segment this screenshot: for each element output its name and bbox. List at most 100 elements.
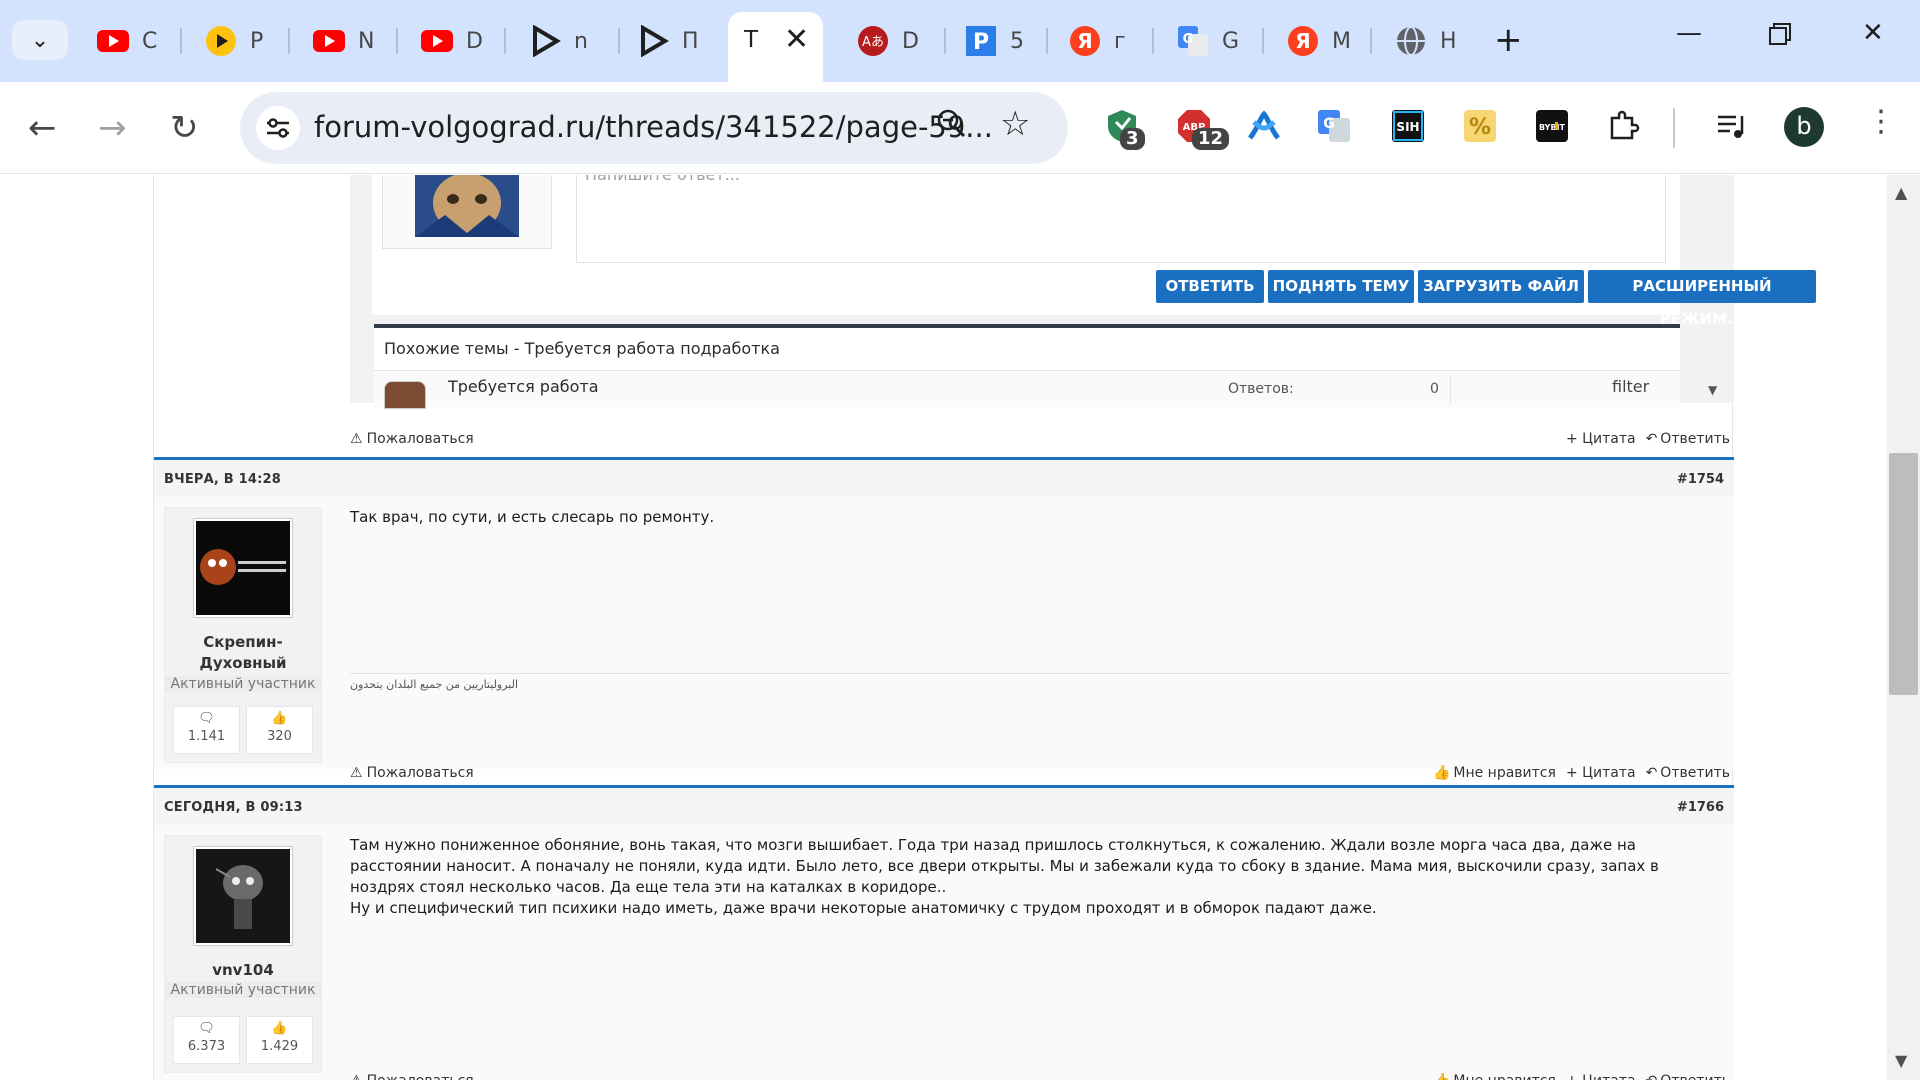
username-link[interactable]: vnv104 <box>165 960 321 981</box>
thread-icon <box>384 381 426 409</box>
post-number-link[interactable]: #1766 <box>1677 800 1724 815</box>
address-bar[interactable]: forum-volgograd.ru/threads/341522/page-5… <box>240 92 1068 164</box>
messages-stat[interactable]: 🗨 1.141 <box>173 706 240 754</box>
post-body: Скрепин- Духовный Активный участник 🗨 1.1… <box>154 497 1734 769</box>
user-stats: 🗨 1.141 👍 320 <box>173 706 313 754</box>
similar-threads-title: Похожие темы - Требуется работа подработ… <box>384 339 780 358</box>
browser-tab[interactable]: C <box>80 18 166 64</box>
similar-thread-link[interactable]: Требуется работа <box>448 377 599 396</box>
filter-label[interactable]: filter <box>1612 377 1649 396</box>
forum-content: Напишите ответ... ОТВЕТИТЬ ПОДНЯТЬ ТЕМУ … <box>153 175 1816 1080</box>
browser-tab[interactable]: Я г <box>1052 18 1144 64</box>
likes-stat[interactable]: 👍 320 <box>246 706 313 754</box>
browser-tab[interactable]: N <box>296 18 382 64</box>
browser-tab-active[interactable]: Т ✕ <box>728 12 823 82</box>
warning-icon: ⚠ <box>350 1073 363 1080</box>
frame-scroll-down-icon[interactable]: ▼ <box>1708 383 1717 397</box>
quote-link[interactable]: + Цитата <box>1566 765 1636 781</box>
browser-tab[interactable]: Aあ D <box>840 18 936 64</box>
chevron-down-icon: ⌄ <box>30 27 50 53</box>
new-tab-button[interactable]: + <box>1494 20 1523 60</box>
forward-button[interactable]: → <box>98 108 127 148</box>
scroll-up-arrow-icon[interactable]: ▲ <box>1895 183 1907 202</box>
scroll-down-arrow-icon[interactable]: ▼ <box>1895 1051 1907 1070</box>
browser-menu-icon[interactable]: ⋮ <box>1866 104 1896 139</box>
browser-tab[interactable]: П <box>620 18 716 64</box>
username-link[interactable]: Скрепин- Духовный <box>165 632 321 674</box>
like-link[interactable]: 👍Мне нравится <box>1433 765 1556 781</box>
translate-red-icon: Aあ <box>856 24 890 58</box>
tab-separator <box>1370 28 1372 54</box>
scrollbar-thumb[interactable] <box>1889 453 1918 695</box>
bybit-extension-icon[interactable]: BYBIT <box>1532 104 1572 148</box>
reply-placeholder: Напишите ответ... <box>585 175 740 184</box>
tab-separator <box>396 28 398 54</box>
youtube-icon <box>312 24 346 58</box>
extensions-puzzle-icon[interactable] <box>1604 104 1644 148</box>
browser-tab[interactable]: Я М <box>1270 18 1362 64</box>
quote-link[interactable]: + Цитата <box>1566 431 1636 447</box>
percent-extension-icon[interactable]: % <box>1460 104 1500 148</box>
advanced-mode-button[interactable]: РАСШИРЕННЫЙ РЕЖИМ... <box>1588 270 1816 328</box>
page-viewport: Напишите ответ... ОТВЕТИТЬ ПОДНЯТЬ ТЕМУ … <box>0 175 1920 1080</box>
media-control-icon[interactable] <box>1712 104 1752 148</box>
report-link[interactable]: ⚠ Пожаловаться <box>350 1073 474 1080</box>
reply-link[interactable]: ↶Ответить <box>1646 1073 1730 1080</box>
restore-button[interactable] <box>1768 22 1792 53</box>
tab-search-button[interactable]: ⌄ <box>12 20 68 60</box>
tab-separator <box>504 28 506 54</box>
reply-link[interactable]: ↶Ответить <box>1646 431 1730 447</box>
close-window-button[interactable]: ✕ <box>1862 18 1884 48</box>
warning-icon: ⚠ <box>350 765 363 781</box>
shield-extension-icon[interactable]: 3 <box>1102 104 1145 150</box>
browser-tab[interactable]: D <box>404 18 490 64</box>
svg-text:BYBIT: BYBIT <box>1539 123 1566 132</box>
report-link[interactable]: ⚠ Пожаловаться <box>350 765 474 781</box>
quote-link[interactable]: + Цитата <box>1566 1073 1636 1080</box>
reply-link[interactable]: ↶Ответить <box>1646 765 1730 781</box>
user-avatar[interactable] <box>193 518 293 618</box>
profile-avatar[interactable]: b <box>1784 107 1824 147</box>
translate-extension-icon[interactable]: G <box>1314 104 1354 148</box>
browser-tab[interactable]: n <box>512 18 608 64</box>
back-button[interactable]: ← <box>28 108 57 148</box>
thumbs-up-icon: 👍 <box>271 1021 288 1036</box>
tab-separator <box>944 28 946 54</box>
browser-tab[interactable]: P 5 <box>948 18 1040 64</box>
page-scrollbar[interactable]: ▲ ▼ <box>1887 175 1920 1080</box>
adblock-extension-icon[interactable]: ABP 12 <box>1174 104 1230 150</box>
extension-badge: 3 <box>1120 128 1145 150</box>
user-avatar[interactable] <box>193 846 293 946</box>
tab-separator <box>1046 28 1048 54</box>
quick-reply-panel: Напишите ответ... ОТВЕТИТЬ ПОДНЯТЬ ТЕМУ … <box>372 175 1816 328</box>
messages-stat[interactable]: 🗨 6.373 <box>173 1016 240 1064</box>
signature-divider <box>350 673 1730 674</box>
url-text[interactable]: forum-volgograd.ru/threads/341522/page-5… <box>314 110 993 144</box>
post-header: СЕГОДНЯ, В 09:13 #1766 <box>154 785 1734 825</box>
reply-textarea[interactable]: Напишите ответ... <box>576 175 1666 263</box>
user-stats: 🗨 6.373 👍 1.429 <box>173 1016 313 1064</box>
upload-file-button[interactable]: ЗАГРУЗИТЬ ФАЙЛ <box>1418 270 1584 303</box>
like-link[interactable]: 👍Мне нравится <box>1433 1073 1556 1080</box>
warning-icon: ⚠ <box>350 431 363 447</box>
site-settings-icon[interactable] <box>256 106 300 150</box>
post-signature: البروليتاريين من جميع البلدان يتحدون <box>350 678 519 691</box>
sih-extension-icon[interactable]: SIH <box>1388 104 1428 148</box>
close-tab-icon[interactable]: ✕ <box>784 22 809 57</box>
zoom-icon[interactable] <box>936 108 966 146</box>
browser-tab[interactable]: Н <box>1378 18 1470 64</box>
likes-stat[interactable]: 👍 1.429 <box>246 1016 313 1064</box>
minimize-button[interactable]: — <box>1676 18 1702 48</box>
svg-text:P: P <box>973 30 989 55</box>
report-link[interactable]: ⚠ Пожаловаться <box>350 431 474 447</box>
browser-tab[interactable]: P <box>188 18 274 64</box>
similar-thread-row[interactable]: Требуется работа Ответов: 0 filter <box>374 370 1680 409</box>
reload-button[interactable]: ↻ <box>170 108 199 148</box>
bookmark-star-icon[interactable]: ☆ <box>1000 104 1030 144</box>
post-message: Там нужно пониженное обоняние, вонь така… <box>350 836 1659 917</box>
reply-button[interactable]: ОТВЕТИТЬ <box>1156 270 1264 303</box>
bump-thread-button[interactable]: ПОДНЯТЬ ТЕМУ <box>1268 270 1414 303</box>
ribbon-extension-icon[interactable] <box>1244 104 1284 148</box>
browser-tab[interactable]: G G <box>1160 18 1252 64</box>
post-number-link[interactable]: #1754 <box>1677 472 1724 487</box>
